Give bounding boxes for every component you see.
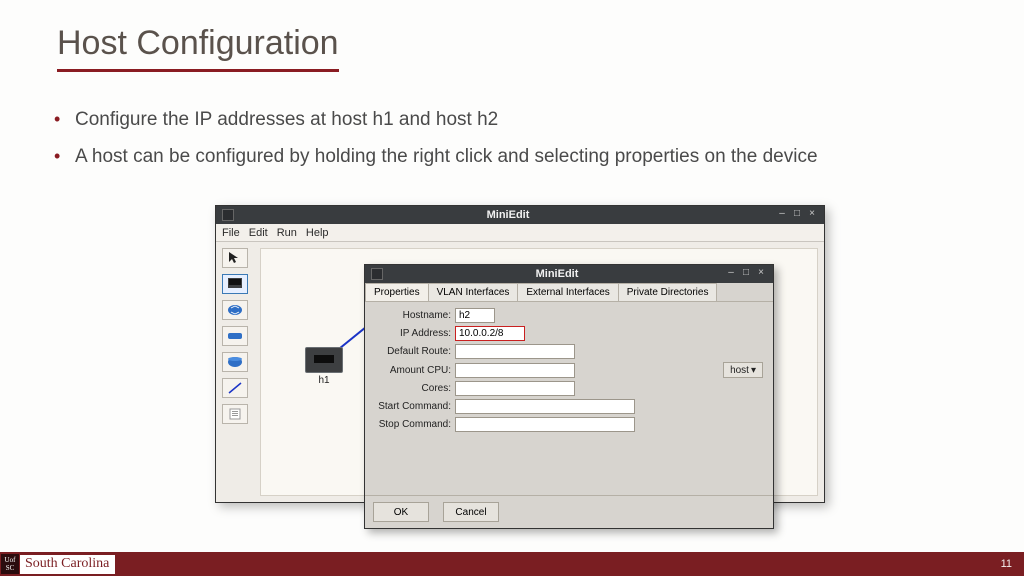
stop-command-field[interactable] bbox=[455, 417, 635, 432]
label-stop: Stop Command: bbox=[375, 419, 455, 430]
minimize-icon[interactable]: – bbox=[776, 209, 788, 221]
titlebar-dialog[interactable]: MiniEdit – □ × bbox=[365, 265, 773, 283]
tool-legacy-switch[interactable] bbox=[222, 326, 248, 346]
bullet-2: A host can be configured by holding the … bbox=[50, 143, 960, 172]
slide-footer: UofSC South Carolina 11 bbox=[0, 552, 1024, 576]
node-h1[interactable]: h1 bbox=[305, 347, 343, 386]
cpu-scheduler-button[interactable]: host▾ bbox=[723, 362, 763, 378]
tool-palette bbox=[222, 248, 250, 424]
window-title: MiniEdit bbox=[240, 209, 776, 221]
properties-form: Hostname: IP Address: Default Route: Amo… bbox=[365, 302, 773, 495]
cores-field[interactable] bbox=[455, 381, 575, 396]
usc-mark-icon: UofSC bbox=[1, 554, 19, 574]
label-start: Start Command: bbox=[375, 401, 455, 412]
close-icon[interactable]: × bbox=[806, 209, 818, 221]
page-number: 11 bbox=[1001, 558, 1012, 570]
hostname-field[interactable] bbox=[455, 308, 495, 323]
ip-address-field[interactable] bbox=[455, 326, 525, 341]
app-icon-dialog bbox=[371, 268, 383, 280]
tab-external[interactable]: External Interfaces bbox=[517, 283, 618, 301]
tool-router[interactable] bbox=[222, 352, 248, 372]
host-icon bbox=[305, 347, 343, 373]
label-hostname: Hostname: bbox=[375, 310, 455, 321]
properties-dialog: MiniEdit – □ × Properties VLAN Interface… bbox=[364, 264, 774, 529]
label-route: Default Route: bbox=[375, 346, 455, 357]
tab-private[interactable]: Private Directories bbox=[618, 283, 718, 301]
app-icon bbox=[222, 209, 234, 221]
tab-properties[interactable]: Properties bbox=[365, 283, 429, 301]
label-ip: IP Address: bbox=[375, 328, 455, 339]
menu-file[interactable]: File bbox=[222, 227, 240, 239]
tool-host[interactable] bbox=[222, 274, 248, 294]
menu-bar: File Edit Run Help bbox=[216, 224, 824, 242]
tool-select[interactable] bbox=[222, 248, 248, 268]
dialog-tabs: Properties VLAN Interfaces External Inte… bbox=[365, 283, 773, 302]
label-cpu: Amount CPU: bbox=[375, 365, 455, 376]
close-icon[interactable]: × bbox=[755, 268, 767, 280]
ok-button[interactable]: OK bbox=[373, 502, 429, 522]
menu-edit[interactable]: Edit bbox=[249, 227, 268, 239]
slide-title: Host Configuration bbox=[57, 24, 339, 72]
start-command-field[interactable] bbox=[455, 399, 635, 414]
chevron-down-icon: ▾ bbox=[751, 365, 756, 376]
menu-help[interactable]: Help bbox=[306, 227, 329, 239]
tool-switch[interactable] bbox=[222, 300, 248, 320]
usc-wordmark: South Carolina bbox=[20, 555, 115, 574]
label-cores: Cores: bbox=[375, 383, 455, 394]
node-label-h1: h1 bbox=[305, 375, 343, 386]
tool-link[interactable] bbox=[222, 378, 248, 398]
maximize-icon[interactable]: □ bbox=[791, 209, 803, 221]
cancel-button[interactable]: Cancel bbox=[443, 502, 499, 522]
maximize-icon[interactable]: □ bbox=[740, 268, 752, 280]
tool-controller[interactable] bbox=[222, 404, 248, 424]
bullet-list: Configure the IP addresses at host h1 an… bbox=[50, 106, 960, 179]
titlebar-main[interactable]: MiniEdit – □ × bbox=[216, 206, 824, 224]
minimize-icon[interactable]: – bbox=[725, 268, 737, 280]
dialog-title: MiniEdit bbox=[389, 268, 725, 280]
default-route-field[interactable] bbox=[455, 344, 575, 359]
menu-run[interactable]: Run bbox=[277, 227, 297, 239]
amount-cpu-field[interactable] bbox=[455, 363, 575, 378]
bullet-1: Configure the IP addresses at host h1 an… bbox=[50, 106, 960, 135]
tab-vlan[interactable]: VLAN Interfaces bbox=[428, 283, 519, 301]
